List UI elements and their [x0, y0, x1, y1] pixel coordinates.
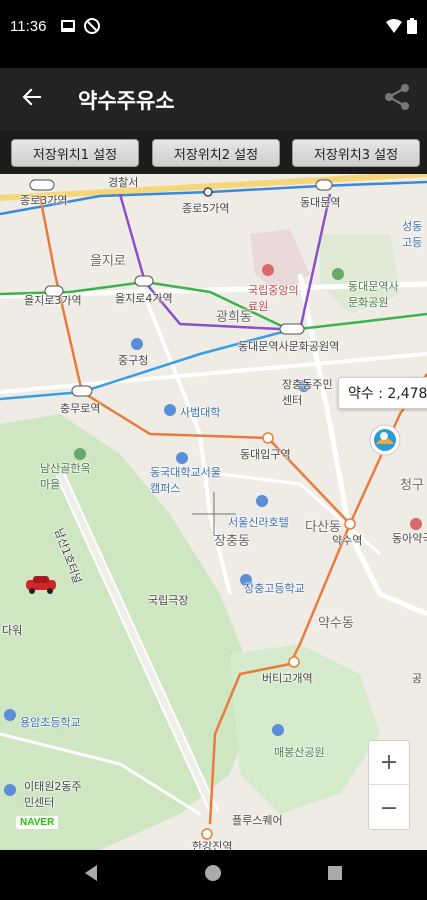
naver-logo: NAVER — [16, 816, 59, 829]
save-location-1-button[interactable]: 저장위치1 설정 — [11, 139, 139, 167]
save-button-row: 저장위치1 설정 저장위치2 설정 저장위치3 설정 — [0, 130, 427, 174]
mail-icon — [60, 18, 76, 37]
map-label: 동대입구역 — [240, 448, 291, 461]
nav-home-button[interactable] — [202, 864, 224, 886]
share-button[interactable] — [379, 81, 415, 117]
map-label: 고등 — [402, 236, 423, 249]
battery-icon — [407, 18, 417, 38]
map-canvas — [0, 174, 427, 850]
map-label: 을지로3가역 — [24, 294, 82, 307]
triangle-back-icon — [83, 864, 99, 886]
status-bar: 11:36 — [0, 0, 427, 56]
map-label: 동대문역 — [300, 196, 341, 209]
nav-back-button[interactable] — [80, 864, 102, 886]
zoom-in-button[interactable]: + — [369, 741, 409, 785]
wifi-icon — [386, 18, 402, 37]
map-label: 을지로4가역 — [115, 292, 173, 305]
square-recents-icon — [327, 865, 343, 885]
map-label: 한강진역 — [192, 840, 233, 850]
map-label: 성동 — [402, 220, 423, 233]
system-nav-bar — [0, 850, 427, 900]
map-label: 충무로역 — [60, 402, 101, 415]
zoom-out-button[interactable]: − — [369, 786, 409, 830]
map-label: 용암초등학교 — [20, 716, 81, 729]
map-view[interactable]: 종로3가역 종로5가역 동대문역 을지로 을지로3가역 을지로4가역 국립중앙의… — [0, 174, 427, 850]
map-label: 사범대학 — [180, 406, 221, 419]
map-label: 동아약국 — [392, 532, 427, 545]
map-label: 장충동주민센터 — [282, 378, 333, 407]
save-location-2-button[interactable]: 저장위치2 설정 — [152, 139, 280, 167]
map-label: 동국대학교서울캠퍼스 — [150, 466, 221, 495]
map-label: 약수역 — [332, 534, 363, 547]
map-label: 플루스퀘어 — [232, 814, 283, 827]
circle-home-icon — [204, 864, 222, 886]
map-label: 이태원2동주민센터 — [24, 780, 82, 809]
arrow-left-icon — [21, 86, 43, 112]
map-label: 동대문역사문화공원 — [348, 280, 399, 309]
map-label: 다워 — [2, 624, 23, 637]
map-label: 국립중앙의료원 — [248, 284, 299, 313]
page-title: 약수주유소 — [78, 89, 175, 113]
map-label: 서울신라호텔 — [228, 516, 289, 529]
map-label: 약수동 — [318, 616, 354, 631]
map-label: 국립극장 — [148, 594, 189, 607]
map-label: 공 — [412, 672, 423, 685]
map-label: 장충동 — [214, 534, 250, 549]
map-label: 종로5가역 — [182, 202, 230, 215]
zoom-control: + − — [368, 740, 410, 830]
map-label: 광희동 — [216, 310, 252, 325]
map-label: 버티고개역 — [262, 672, 313, 685]
status-time: 11:36 — [10, 18, 47, 35]
map-label: 남산골한옥마을 — [40, 462, 91, 491]
map-label: 매봉산공원 — [274, 746, 325, 759]
map-label: 장충고등학교 — [244, 582, 305, 595]
map-label: 을지로 — [90, 254, 126, 269]
gas-price-label[interactable]: 약수 : 2,478 — [338, 377, 427, 409]
share-icon — [384, 83, 410, 115]
nav-recents-button[interactable] — [324, 864, 346, 886]
no-disturb-icon — [84, 18, 100, 38]
gas-station-marker — [369, 424, 401, 456]
map-label: 종로3가역 — [20, 194, 68, 207]
map-label: 청구 — [400, 478, 424, 493]
save-location-3-button[interactable]: 저장위치3 설정 — [292, 139, 420, 167]
back-button[interactable] — [14, 81, 50, 117]
map-label: 중구청 — [118, 354, 149, 367]
map-label: 경찰서 — [108, 176, 139, 189]
map-label: 동대문역사문화공원역 — [238, 340, 340, 353]
app-bar: 약수주유소 — [0, 68, 427, 130]
